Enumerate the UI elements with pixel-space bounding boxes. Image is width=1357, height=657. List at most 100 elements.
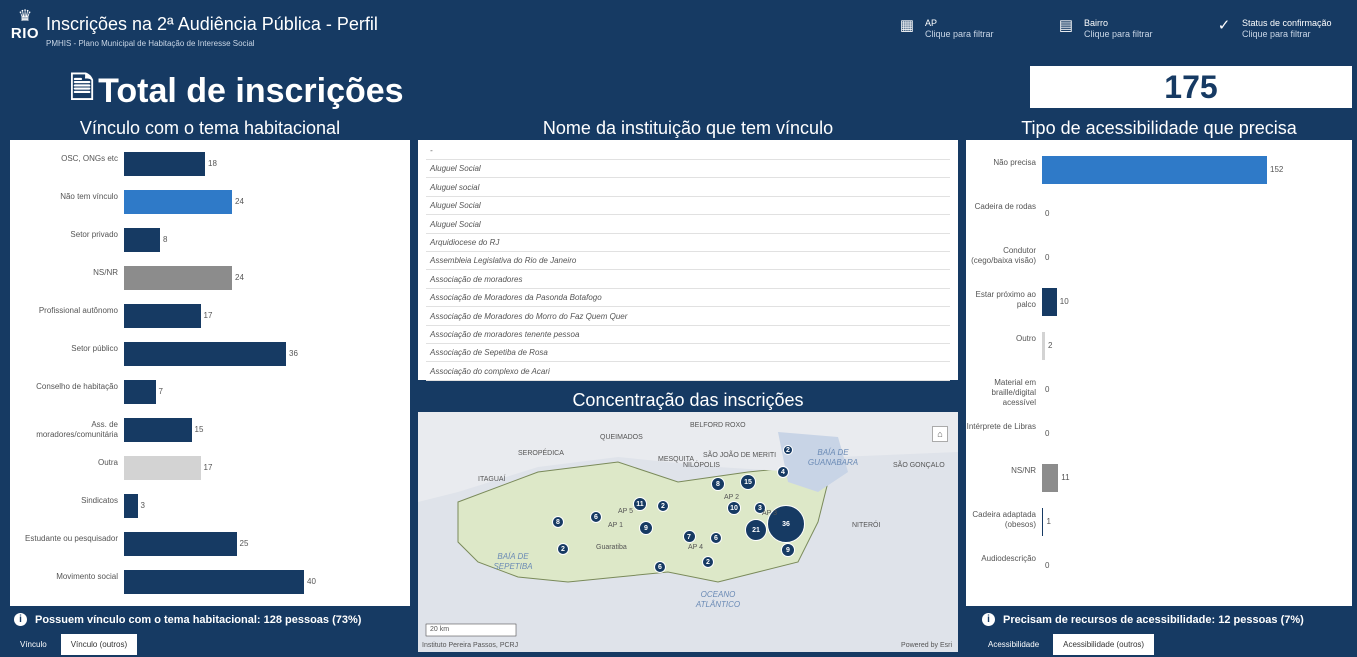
list-item[interactable]: Aluguel Social bbox=[426, 160, 950, 179]
bar[interactable] bbox=[124, 456, 201, 480]
map-place-label: AP 4 bbox=[688, 544, 704, 551]
bar-value: 25 bbox=[239, 539, 249, 548]
bar[interactable] bbox=[1042, 508, 1044, 536]
bar-value: 18 bbox=[208, 159, 217, 168]
bar[interactable] bbox=[124, 418, 192, 442]
map-place-label: SÃO GONÇALO bbox=[893, 462, 945, 469]
list-item[interactable]: Associação do complexo de Acari bbox=[426, 363, 950, 381]
map-bubble[interactable]: 6 bbox=[590, 511, 602, 523]
list-item[interactable]: Associação de Sepetiba de Rosa bbox=[426, 344, 950, 363]
bar-label: Cadeira de rodas bbox=[974, 202, 1036, 211]
list-item[interactable]: - bbox=[426, 142, 950, 160]
bar-value: 11 bbox=[1061, 473, 1070, 482]
bar[interactable] bbox=[1042, 464, 1059, 492]
map-bubble[interactable]: 9 bbox=[639, 521, 653, 535]
map-bubble[interactable]: 2 bbox=[783, 445, 793, 455]
map-bubble[interactable]: 21 bbox=[745, 519, 767, 541]
bar-value: 0 bbox=[1045, 429, 1050, 438]
bar[interactable] bbox=[124, 532, 237, 556]
filter-ap[interactable]: ▦ AP Clique para filtrar bbox=[897, 18, 994, 40]
bar[interactable] bbox=[124, 380, 156, 404]
check-icon: ✓ bbox=[1217, 17, 1231, 34]
bar-value: 0 bbox=[1045, 385, 1050, 394]
bar[interactable] bbox=[1042, 288, 1057, 316]
instituicao-list[interactable]: - Aluguel Social Aluguel social Aluguel Soc… bbox=[418, 140, 958, 381]
mapa-title: Concentração das inscrições bbox=[572, 390, 804, 410]
total-value: 175 bbox=[1030, 66, 1352, 108]
map-place-label: AP 1 bbox=[608, 522, 624, 529]
crest-icon: ♛ bbox=[17, 8, 33, 25]
bar[interactable] bbox=[1042, 156, 1267, 184]
map-bubble[interactable]: 9 bbox=[781, 543, 795, 557]
map-bubble[interactable]: 11 bbox=[633, 497, 647, 511]
map-bubble[interactable]: 6 bbox=[654, 561, 666, 573]
tab-vinculo[interactable]: Vínculo bbox=[10, 634, 57, 655]
acessibilidade-info: i Precisam de recursos de acessibilidade… bbox=[982, 613, 1304, 626]
list-item[interactable]: Aluguel social bbox=[426, 179, 950, 197]
list-item[interactable]: Aluguel Social bbox=[426, 216, 950, 234]
map-bubble[interactable]: 4 bbox=[777, 466, 789, 478]
bar-label: Setor público bbox=[71, 344, 118, 353]
map-place-label: MESQUITA bbox=[658, 456, 695, 463]
map-bubble[interactable]: 15 bbox=[740, 474, 756, 490]
acessibilidade-tabs: Acessibilidade Acessibilidade (outros) bbox=[978, 634, 1155, 655]
map-bubble[interactable]: 8 bbox=[711, 477, 725, 491]
bar[interactable] bbox=[124, 570, 304, 594]
map-place-label: NITERÓI bbox=[852, 522, 881, 529]
list-item[interactable]: Associação de Moradores da Pasonda Botaf… bbox=[426, 289, 950, 308]
bar[interactable] bbox=[124, 190, 232, 214]
vinculo-title: Vínculo com o tema habitacional bbox=[79, 118, 341, 138]
filter-status[interactable]: ✓ Status de confirmação Clique para filt… bbox=[1214, 18, 1332, 40]
bar[interactable] bbox=[124, 342, 286, 366]
filter-ap-hint: Clique para filtrar bbox=[925, 29, 994, 39]
map-water-label: BAÍA DE SEPETIBA bbox=[493, 552, 533, 571]
bar-label: Cadeira adaptada (obesos) bbox=[972, 510, 1036, 529]
bar[interactable] bbox=[124, 152, 205, 176]
tab-acessibilidade[interactable]: Acessibilidade bbox=[978, 634, 1050, 655]
list-item[interactable]: Assembleia Legislativa do Rio de Janeiro bbox=[426, 252, 950, 271]
map-water-label: BAÍA DE GUANABARA bbox=[807, 448, 859, 467]
logo-text: RIO bbox=[10, 25, 40, 42]
bar[interactable] bbox=[1042, 332, 1045, 360]
bar-value: 2 bbox=[1047, 341, 1053, 350]
list-item[interactable]: Associação de moradores tenente pessoa bbox=[426, 326, 950, 344]
map-bubble[interactable]: 2 bbox=[657, 500, 669, 512]
dashboard-title: Inscrições na 2ª Audiência Pública - Per… bbox=[46, 14, 378, 34]
list-item[interactable]: Aluguel Social bbox=[426, 197, 950, 216]
filter-bairro[interactable]: ▤ Bairro Clique para filtrar bbox=[1056, 18, 1153, 40]
filter-status-label: Status de confirmação bbox=[1242, 18, 1332, 28]
bar-label: Outra bbox=[97, 458, 118, 467]
vinculo-chart: OSC, ONGs etc 18 Não tem vínculo 24 Setor pr… bbox=[10, 140, 410, 606]
map[interactable]: 8 15 2 4 11 2 10 3 8 6 9 7 6 21 36 2 2 6 9 QUEIMADOS BELFORD… bbox=[418, 412, 958, 652]
vinculo-info: i Possuem vínculo com o tema habitaciona… bbox=[14, 613, 361, 626]
info-icon: i bbox=[14, 613, 27, 626]
map-bubble[interactable]: 7 bbox=[682, 529, 696, 543]
map-home-button[interactable]: ⌂ bbox=[932, 426, 948, 442]
bar[interactable] bbox=[124, 494, 138, 518]
list-item[interactable]: Associação de Moradores do Morro do Faz … bbox=[426, 308, 950, 326]
map-bubble[interactable]: 6 bbox=[710, 532, 722, 544]
list-item[interactable]: Arquidiocese do RJ bbox=[426, 234, 950, 252]
map-attribution: Instituto Pereira Passos, PCRJ bbox=[422, 642, 519, 649]
map-place-label: SÃO JOÃO DE MERITI bbox=[703, 452, 777, 459]
total-label-text: Total de inscrições bbox=[98, 72, 404, 110]
info-icon: i bbox=[982, 613, 995, 626]
tab-acessibilidade-outros[interactable]: Acessibilidade (outros) bbox=[1053, 634, 1155, 655]
vinculo-tabs: Vínculo Vínculo (outros) bbox=[10, 634, 138, 655]
map-bubble[interactable]: 2 bbox=[557, 543, 569, 555]
acessibilidade-info-text: Precisam de recursos de acessibilidade: … bbox=[1003, 613, 1304, 626]
rio-logo: ♛ RIO bbox=[8, 8, 42, 54]
map-bubble[interactable]: 8 bbox=[552, 516, 564, 528]
map-bubble[interactable]: 10 bbox=[727, 501, 741, 515]
bar-label: Sindicatos bbox=[81, 496, 118, 505]
map-bubble[interactable]: 2 bbox=[702, 556, 714, 568]
bar[interactable] bbox=[124, 266, 232, 290]
bar-label: Profissional autônomo bbox=[38, 306, 118, 315]
bar-value: 1 bbox=[1046, 517, 1051, 526]
bar[interactable] bbox=[124, 304, 201, 328]
bar-label: Outro bbox=[1015, 334, 1036, 343]
tab-vinculo-outros[interactable]: Vínculo (outros) bbox=[60, 634, 138, 655]
bar-value: 40 bbox=[307, 577, 316, 586]
bar[interactable] bbox=[124, 228, 160, 252]
list-item[interactable]: Associação de moradores bbox=[426, 271, 950, 289]
